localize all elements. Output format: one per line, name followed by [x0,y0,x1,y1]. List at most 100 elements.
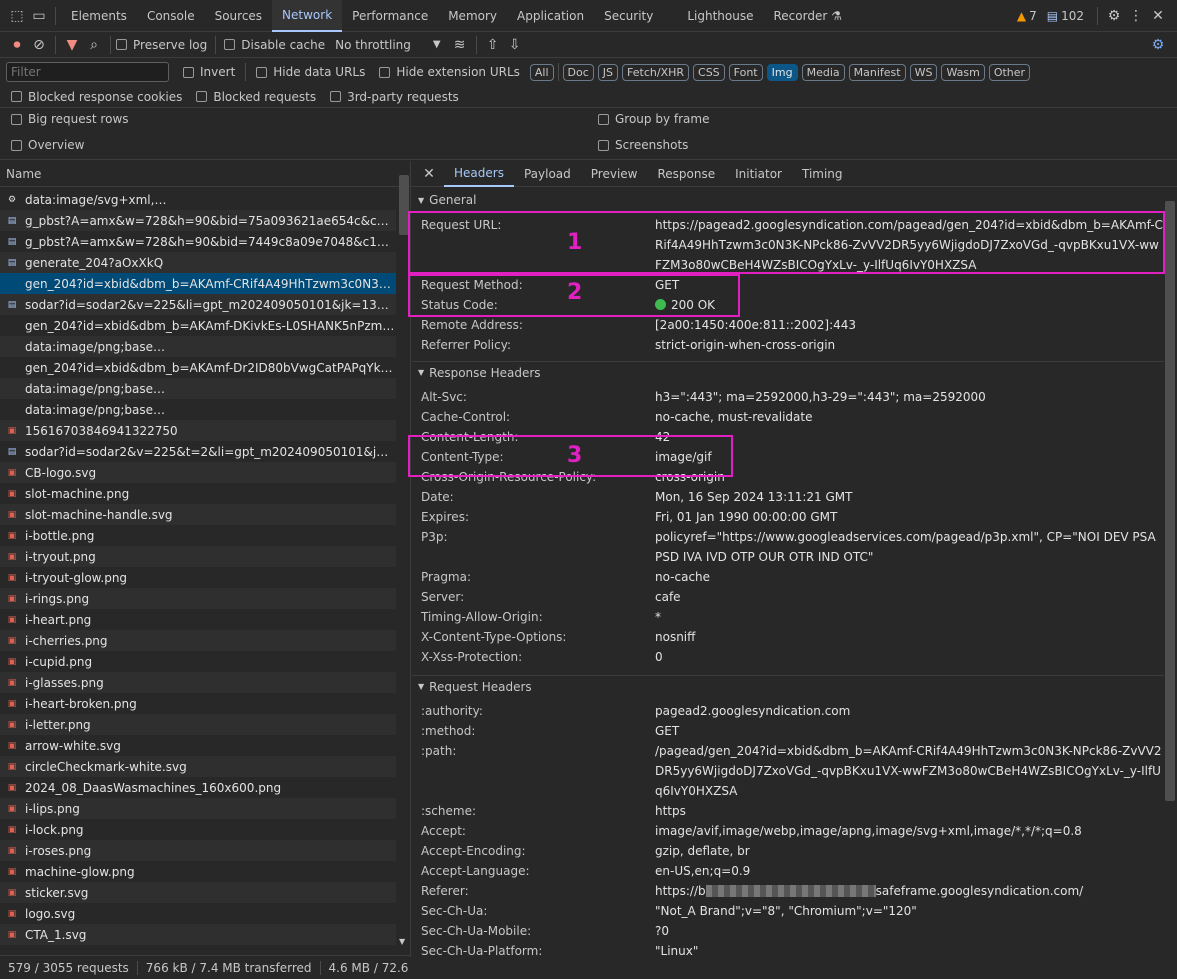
request-row[interactable]: ▣ i-glasses.png [0,672,396,693]
request-row[interactable]: ▣ i-lock.png [0,819,396,840]
header-value[interactable]: "Linux" [655,941,1164,961]
search-icon[interactable]: ⌕ [83,34,105,56]
header-value[interactable]: h3=":443"; ma=2592000,h3-29=":443"; ma=2… [655,387,1164,407]
network-settings-icon[interactable]: ⚙ [1147,34,1169,56]
hide-extension-urls-checkbox[interactable]: Hide extension URLs [379,65,520,79]
type-filter-other[interactable]: Other [988,63,1031,81]
request-row[interactable]: ▣ i-lips.png [0,798,396,819]
request-row[interactable]: ▤ sodar?id=sodar2&v=225&t=2&li=gpt_m20240… [0,441,396,462]
header-value[interactable]: gzip, deflate, br [655,841,1164,861]
tab-console[interactable]: Console [137,0,205,32]
request-row[interactable]: ▣ i-tryout-glow.png [0,567,396,588]
tab-sources[interactable]: Sources [205,0,272,32]
export-har-icon[interactable]: ⇩ [504,34,526,56]
type-filter-wasm[interactable]: Wasm [941,63,985,81]
request-row[interactable]: ▣ i-tryout.png [0,546,396,567]
header-value[interactable]: "Not_A Brand";v="8", "Chromium";v="120" [655,901,1164,921]
tab-network[interactable]: Network [272,0,343,32]
hide-data-urls-checkbox[interactable]: Hide data URLs [256,65,365,79]
checkbox[interactable] [256,66,268,78]
tab-performance[interactable]: Performance [342,0,438,32]
tab-elements[interactable]: Elements [61,0,137,32]
scroll-down-arrow-icon[interactable]: ▼ [399,937,405,946]
request-row[interactable]: ▤ sodar?id=sodar2&v=225&li=gpt_m202409050… [0,294,396,315]
header-value[interactable]: no-cache [655,567,1164,587]
type-filter-all[interactable]: All [529,63,554,81]
type-filter-fetch-xhr[interactable]: Fetch/XHR [622,63,690,81]
header-value[interactable]: /pagead/gen_204?id=xbid&dbm_b=AKAmf-CRif… [655,741,1164,801]
tab-timing[interactable]: Timing [792,161,853,187]
header-value[interactable]: ?0 [655,921,1164,941]
checkbox[interactable] [224,39,236,50]
request-row[interactable]: data:image/png;base… [0,378,396,399]
request-row[interactable]: ▣ 2024_08_DaasWasmachines_160x600.png [0,777,396,798]
request-row[interactable]: gen_204?id=xbid&dbm_b=AKAmf-DKivkEs-L0SH… [0,315,396,336]
request-row[interactable]: ▤ generate_204?aOxXkQ [0,252,396,273]
checkbox[interactable] [598,113,609,125]
warnings-count[interactable]: 7 [1029,9,1037,23]
tab-security[interactable]: Security [594,0,663,32]
request-row[interactable]: ▣ i-heart-broken.png [0,693,396,714]
request-row[interactable]: gen_204?id=xbid&dbm_b=AKAmf-Dr2ID80bVwgC… [0,357,396,378]
more-options-icon[interactable]: ⋮ [1125,5,1147,27]
import-har-icon[interactable]: ⇧ [482,34,504,56]
header-value[interactable]: strict-origin-when-cross-origin [655,335,1164,355]
close-detail-icon[interactable]: ✕ [418,163,440,185]
header-value[interactable]: no-cache, must-revalidate [655,407,1164,427]
request-row[interactable]: ▣ i-bottle.png [0,525,396,546]
header-value[interactable]: * [655,607,1164,627]
checkbox[interactable] [598,139,609,151]
request-row[interactable]: ▣ logo.svg [0,903,396,924]
messages-count[interactable]: 102 [1061,9,1084,23]
detail-scrollbar[interactable] [1165,201,1175,801]
tab-response[interactable]: Response [647,161,725,187]
network-conditions-icon[interactable]: ≋ [449,34,471,56]
third-party-checkbox[interactable]: 3rd-party requests [330,90,459,104]
type-filter-css[interactable]: CSS [693,63,725,81]
request-row[interactable]: ▣ slot-machine-handle.svg [0,504,396,525]
request-row[interactable]: ▣ machine-glow.png [0,861,396,882]
clear-icon[interactable]: ⊘ [28,34,50,56]
filter-icon[interactable]: ▼ [61,34,83,56]
tab-recorder[interactable]: Recorder ⚗ [764,0,853,32]
type-filter-manifest[interactable]: Manifest [848,63,906,81]
type-filter-doc[interactable]: Doc [562,63,594,81]
request-row[interactable]: ▣ slot-machine.png [0,483,396,504]
header-value[interactable]: https://b safeframe.googlesyndication.com… [655,881,1164,901]
settings-gear-icon[interactable]: ⚙ [1103,5,1125,27]
request-row[interactable]: ▣ arrow-white.svg [0,735,396,756]
type-filter-img[interactable]: Img [766,63,798,81]
overview-checkbox[interactable]: Overview [11,138,85,152]
header-value[interactable]: 0 [655,647,1164,667]
header-value[interactable]: image/avif,image/webp,image/apng,image/s… [655,821,1164,841]
checkbox[interactable] [379,66,391,78]
header-value[interactable]: nosniff [655,627,1164,647]
record-stop-icon[interactable]: ⏺ [6,34,28,56]
request-row[interactable]: ▤ g_pbst?A=amx&w=728&h=90&bid=75a093621ae… [0,210,396,231]
tab-initiator[interactable]: Initiator [725,161,792,187]
inspect-element-icon[interactable]: ⬚ [6,5,28,27]
header-value[interactable]: Mon, 16 Sep 2024 13:11:21 GMT [655,487,1164,507]
request-row[interactable]: ▣ i-cupid.png [0,651,396,672]
request-headers-section-header[interactable]: ▼ Request Headers [412,675,1164,697]
request-row[interactable]: ▣ i-roses.png [0,840,396,861]
filter-input[interactable] [6,62,169,82]
throttling-select[interactable]: No throttling ▼ [335,38,440,52]
header-value[interactable]: [2a00:1450:400e:811::2002]:443 [655,315,1164,335]
tab-payload[interactable]: Payload [514,161,581,187]
type-filter-ws[interactable]: WS [909,63,938,81]
response-headers-section-header[interactable]: ▼ Response Headers [412,361,1164,383]
disable-cache-checkbox[interactable]: Disable cache [224,38,325,52]
request-row[interactable]: gen_204?id=xbid&dbm_b=AKAmf-CRif4A49HhTz… [0,273,396,294]
checkbox[interactable] [183,66,194,78]
header-value[interactable]: pagead2.googlesyndication.com [655,701,1164,721]
request-row[interactable]: ▣ sticker.svg [0,882,396,903]
tab-lighthouse[interactable]: Lighthouse [677,0,763,32]
checkbox[interactable] [196,91,208,102]
type-filter-js[interactable]: JS [597,63,619,81]
checkbox[interactable] [330,91,342,102]
type-filter-media[interactable]: Media [801,63,845,81]
type-filter-font[interactable]: Font [728,63,763,81]
checkbox[interactable] [11,139,22,151]
request-row[interactable]: ▣ i-rings.png [0,588,396,609]
